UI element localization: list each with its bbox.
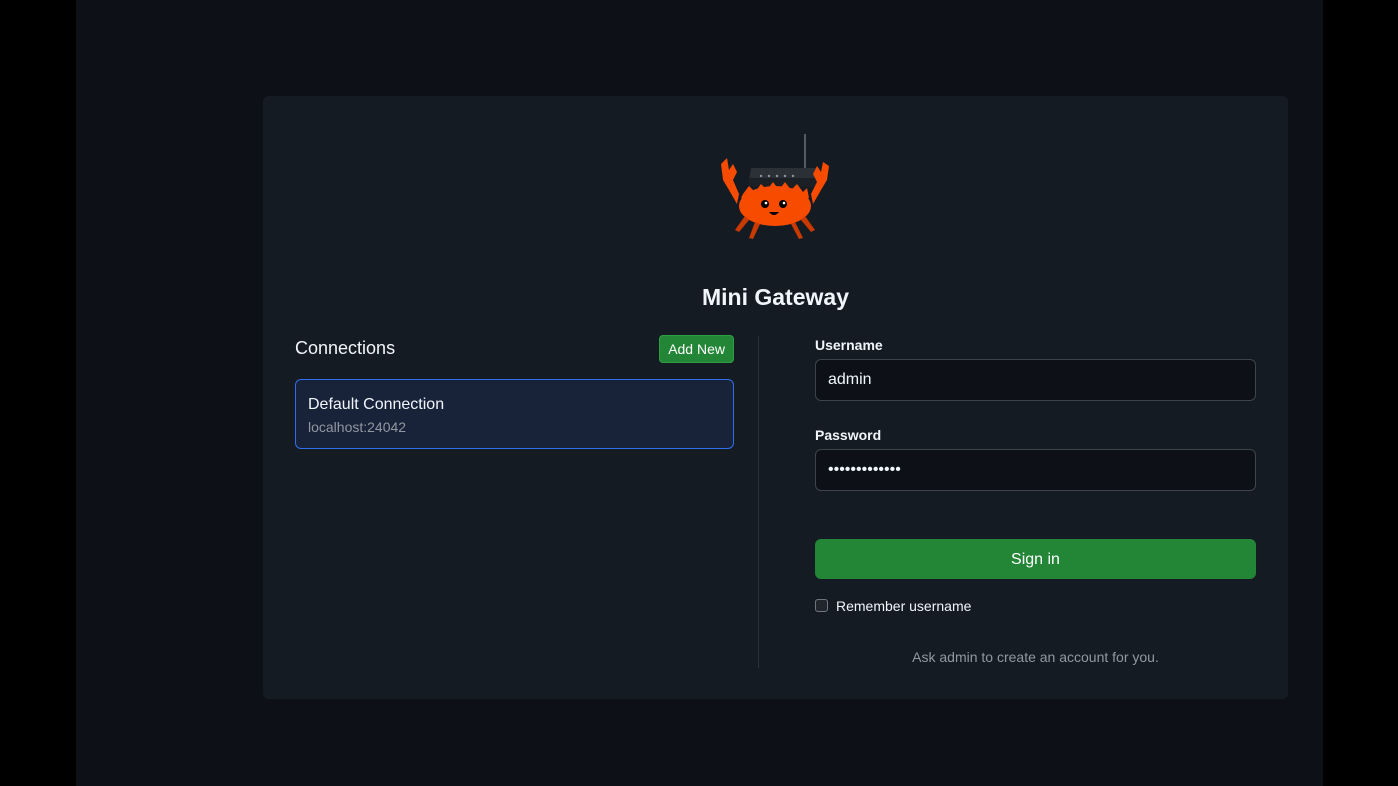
- add-connection-button[interactable]: Add New: [659, 335, 734, 363]
- sign-in-button[interactable]: Sign in: [815, 539, 1256, 579]
- crab-logo-icon: [721, 134, 829, 239]
- login-card: Mini Gateway Connections Add New Default…: [263, 96, 1288, 699]
- connections-header: Connections Add New: [295, 334, 734, 364]
- connection-name: Default Connection: [308, 396, 445, 413]
- app-title: Mini Gateway: [702, 284, 849, 310]
- app-background: Mini Gateway Connections Add New Default…: [76, 0, 1323, 786]
- username-input[interactable]: [815, 359, 1256, 401]
- remember-username-label[interactable]: Remember username: [836, 597, 971, 615]
- password-input[interactable]: [815, 449, 1256, 491]
- connections-heading: Connections: [295, 338, 396, 358]
- username-label: Username: [815, 337, 883, 353]
- password-label: Password: [815, 427, 882, 443]
- connection-item-default[interactable]: Default Connection localhost:24042: [295, 379, 734, 449]
- connection-address: localhost:24042: [308, 419, 407, 435]
- account-hint: Ask admin to create an account for you.: [912, 649, 1159, 665]
- panel-divider: [758, 336, 759, 668]
- remember-username-checkbox[interactable]: [815, 599, 828, 612]
- connections-panel: Connections Add New Default Connection l…: [295, 334, 734, 449]
